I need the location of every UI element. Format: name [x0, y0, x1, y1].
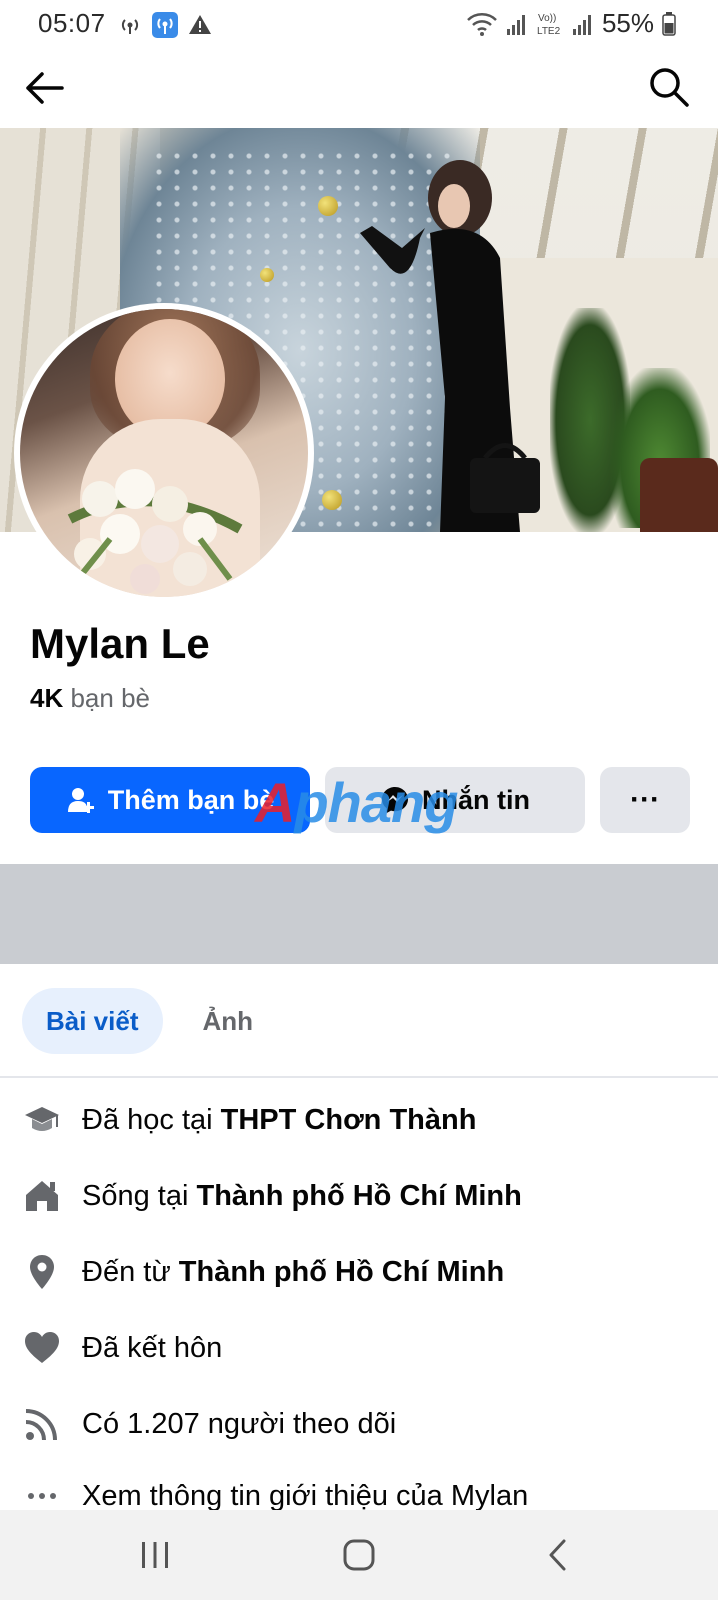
more-options-button[interactable]: ···	[600, 767, 690, 833]
add-friend-icon	[67, 788, 94, 813]
system-nav-bar	[0, 1510, 718, 1600]
tab-posts[interactable]: Bài viết	[22, 988, 163, 1054]
profile-name: Mylan Le	[30, 620, 210, 667]
home-icon	[22, 1176, 62, 1216]
home-button[interactable]	[334, 1532, 384, 1578]
hotspot-icon	[121, 19, 139, 34]
tabs-divider	[0, 1076, 718, 1078]
school-name: THPT Chơn Thành	[220, 1103, 477, 1136]
signal-icon	[506, 14, 525, 35]
chevron-left-icon	[549, 1539, 566, 1571]
ornament	[260, 268, 274, 282]
app-bar	[0, 48, 718, 128]
intro-followers-text: Có 1.207 người theo dõi	[82, 1407, 397, 1440]
heart-icon	[22, 1328, 62, 1368]
recent-apps-icon	[142, 1542, 168, 1568]
arrow-left-icon	[26, 72, 64, 104]
lives-prefix: Sống tại	[82, 1179, 197, 1212]
intro-education[interactable]: Đã học tại THPT Chơn Thành	[0, 1090, 718, 1150]
add-friend-label: Thêm bạn bè	[107, 784, 275, 815]
back-button[interactable]	[22, 66, 66, 110]
search-button[interactable]	[648, 66, 690, 108]
add-friend-button[interactable]: Thêm bạn bè	[30, 767, 310, 833]
chair	[640, 458, 718, 532]
friends-label: bạn bè	[63, 683, 150, 713]
rss-feed-icon	[22, 1404, 62, 1444]
intro-hometown-text: Đến từ Thành phố Hồ Chí Minh	[82, 1256, 504, 1289]
friends-count-line[interactable]: 4K bạn bè	[30, 683, 150, 714]
message-button[interactable]: Nhắn tin	[325, 767, 585, 833]
battery-icon	[662, 11, 676, 36]
battery-percent: 55%	[601, 8, 654, 38]
cover-person	[360, 160, 540, 532]
education-prefix: Đã học tại	[82, 1103, 221, 1136]
from-prefix: Đến từ	[82, 1255, 179, 1288]
recent-apps-button[interactable]	[130, 1532, 180, 1578]
graduation-cap-icon	[22, 1100, 62, 1140]
intro-education-text: Đã học tại THPT Chơn Thành	[82, 1104, 476, 1137]
svg-text:Vo)): Vo))	[538, 13, 556, 24]
from-city: Thành phố Hồ Chí Minh	[178, 1255, 505, 1288]
messenger-icon	[382, 787, 408, 813]
search-icon	[650, 68, 689, 107]
ornament	[318, 196, 338, 216]
status-time: 05:07	[38, 8, 106, 38]
message-label: Nhắn tin	[422, 784, 530, 815]
more-icon: ···	[630, 783, 660, 816]
bouquet	[67, 469, 243, 594]
intro-current-city[interactable]: Sống tại Thành phố Hồ Chí Minh	[0, 1166, 718, 1226]
intro-relationship[interactable]: Đã kết hôn	[0, 1318, 718, 1378]
friends-count: 4K	[30, 683, 64, 713]
status-right: Vo)) LTE2 55%	[466, 8, 676, 39]
intro-see-about-text: Xem thông tin giới thiệu của Mylan	[82, 1479, 529, 1512]
wifi-icon	[467, 12, 497, 36]
section-separator	[0, 864, 718, 964]
system-back-button[interactable]	[534, 1532, 584, 1578]
signal-icon	[572, 14, 591, 35]
home-circle-icon	[343, 1539, 375, 1571]
intro-hometown[interactable]: Đến từ Thành phố Hồ Chí Minh	[0, 1242, 718, 1302]
svg-text:LTE2: LTE2	[537, 26, 561, 37]
tab-photos[interactable]: Ảnh	[189, 988, 268, 1054]
profile-tabs: Bài viết Ảnh	[22, 988, 267, 1054]
intro-relationship-text: Đã kết hôn	[82, 1331, 223, 1364]
wifi-calling-icon	[152, 12, 178, 38]
warning-icon	[189, 15, 211, 34]
intro-current-city-text: Sống tại Thành phố Hồ Chí Minh	[82, 1180, 522, 1213]
lives-city: Thành phố Hồ Chí Minh	[196, 1179, 522, 1212]
ornament	[322, 490, 342, 510]
intro-followers[interactable]: Có 1.207 người theo dõi	[0, 1394, 718, 1454]
status-left-icons	[118, 12, 212, 38]
avatar-photo	[20, 309, 308, 597]
profile-avatar[interactable]	[14, 303, 314, 603]
status-bar: 05:07 Vo)) LTE2 55%	[0, 0, 718, 48]
location-pin-icon	[22, 1252, 62, 1292]
volte-icon: Vo)) LTE2	[537, 13, 561, 37]
